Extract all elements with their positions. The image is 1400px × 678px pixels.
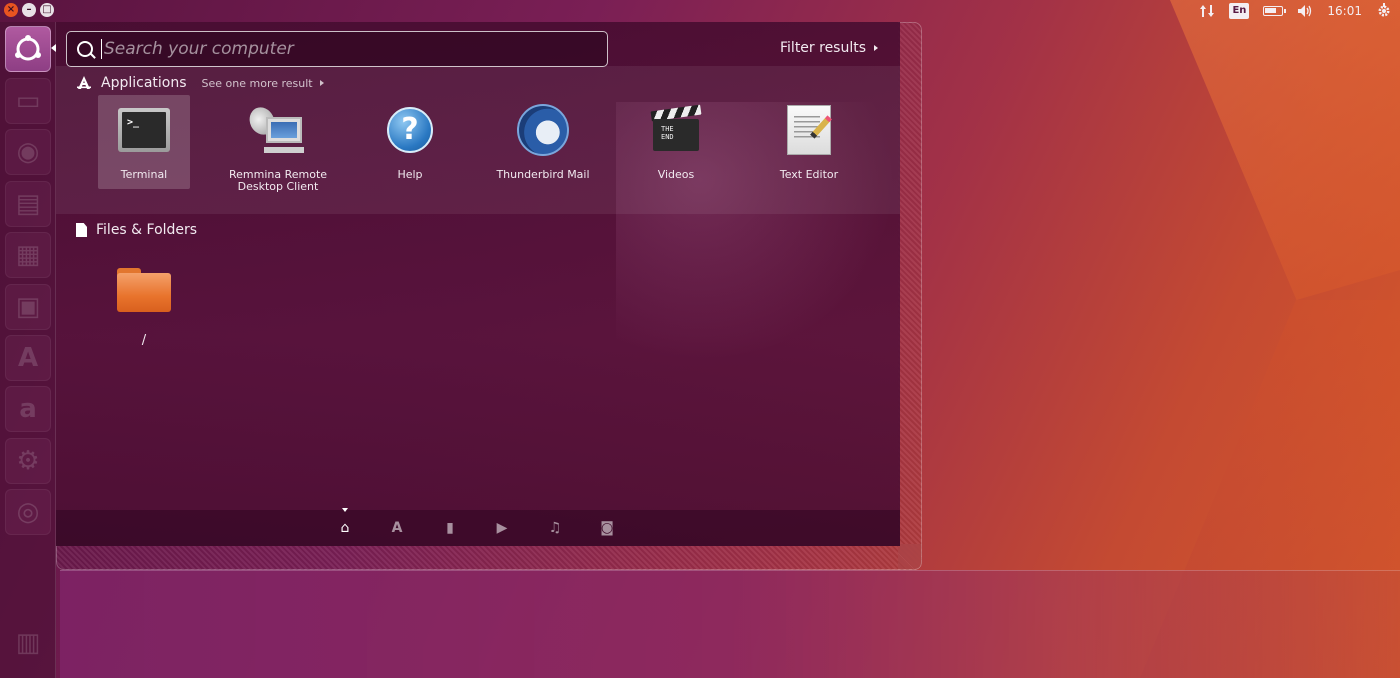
volume-icon[interactable] xyxy=(1297,4,1313,18)
files-icon[interactable]: ▭ xyxy=(5,78,51,124)
applications-lens-icon[interactable]: A xyxy=(389,520,405,536)
app-label: Remmina Remote Desktop Client xyxy=(228,168,328,193)
file-icon xyxy=(76,223,87,237)
files-category-title: Files & Folders xyxy=(96,222,198,238)
close-button[interactable]: × xyxy=(4,3,18,17)
folder-icon xyxy=(117,268,171,312)
file-label: / xyxy=(141,333,147,348)
dash-frame-bottom xyxy=(56,544,922,570)
dash: Filter results Applications See one more… xyxy=(56,22,900,546)
impress-icon[interactable]: ▣ xyxy=(5,284,51,330)
video-lens-icon[interactable]: ▶ xyxy=(494,520,510,536)
battery-icon[interactable] xyxy=(1263,6,1287,16)
writer-icon[interactable]: ▤ xyxy=(5,181,51,227)
launcher: ▭ ◉ ▤ ▦ ▣ A a ⚙ ◎ ▥ xyxy=(0,22,56,678)
software-center-icon[interactable]: A xyxy=(5,335,51,381)
chevron-right-icon xyxy=(319,80,324,86)
app-tile-thunderbird[interactable]: Thunderbird Mail xyxy=(496,95,590,181)
app-label: Videos xyxy=(657,168,695,181)
dash-home-icon[interactable] xyxy=(5,26,51,72)
see-more-results-link[interactable]: See one more result xyxy=(202,77,324,90)
chevron-right-icon xyxy=(874,45,879,51)
file-tile-root[interactable]: / xyxy=(98,255,190,347)
filter-results-label: Filter results xyxy=(780,40,867,56)
wallpaper-facet xyxy=(1170,0,1400,300)
applications-category-title: Applications xyxy=(101,75,187,91)
calc-icon[interactable]: ▦ xyxy=(5,232,51,278)
search-box[interactable] xyxy=(66,31,608,67)
files-lens-icon[interactable]: ▮ xyxy=(442,520,458,536)
app-tile-videos[interactable]: THE END Videos xyxy=(630,95,722,181)
app-label: Terminal xyxy=(120,168,168,181)
home-lens-icon[interactable]: ⌂ xyxy=(337,520,353,536)
app-label: Text Editor xyxy=(779,168,839,181)
trash-icon[interactable]: ▥ xyxy=(5,620,51,666)
remmina-icon xyxy=(245,103,306,155)
search-input[interactable] xyxy=(101,39,607,59)
dash-frame-right xyxy=(898,22,922,570)
amazon-icon[interactable]: a xyxy=(5,386,51,432)
wallpaper-facet xyxy=(1140,300,1400,678)
text-editor-icon xyxy=(787,105,831,155)
app-label: Thunderbird Mail xyxy=(496,168,590,181)
app-label: Help xyxy=(397,168,423,181)
clock[interactable]: 16:01 xyxy=(1327,4,1362,18)
active-lens-indicator xyxy=(342,508,348,512)
network-updown-icon[interactable] xyxy=(1199,3,1215,19)
thunderbird-icon xyxy=(517,104,569,156)
minimize-button[interactable]: – xyxy=(22,3,36,17)
desktop-lower-area xyxy=(60,570,1400,678)
window-controls: × – □ xyxy=(4,3,54,17)
search-icon xyxy=(77,41,93,57)
lens-bar xyxy=(56,510,900,546)
app-tile-help[interactable]: ? Help xyxy=(364,95,456,181)
firefox-icon[interactable]: ◉ xyxy=(5,129,51,175)
disc-icon[interactable]: ◎ xyxy=(5,489,51,535)
terminal-icon: >_ xyxy=(118,108,170,152)
filter-results-button[interactable]: Filter results xyxy=(780,40,879,56)
videos-icon: THE END xyxy=(650,104,702,155)
top-panel: × – □ En 16:01 xyxy=(0,0,1400,22)
app-tile-text-editor[interactable]: Text Editor xyxy=(763,95,855,181)
applications-category-icon xyxy=(77,76,91,89)
maximize-button[interactable]: □ xyxy=(40,3,54,17)
keyboard-layout-label: En xyxy=(1229,3,1250,19)
music-lens-icon[interactable]: ♫ xyxy=(547,520,563,536)
app-tile-remmina[interactable]: Remmina Remote Desktop Client xyxy=(229,95,327,193)
launcher-active-indicator xyxy=(51,44,56,52)
see-more-label: See one more result xyxy=(201,76,313,90)
photos-lens-icon[interactable]: ◙ xyxy=(599,520,615,536)
applications-category-header: Applications See one more result xyxy=(76,75,324,91)
settings-icon[interactable]: ⚙ xyxy=(5,438,51,484)
keyboard-layout-indicator[interactable]: En xyxy=(1229,3,1250,19)
files-category-header: Files & Folders xyxy=(76,222,197,238)
gear-icon[interactable] xyxy=(1376,3,1392,19)
app-tile-terminal[interactable]: >_ Terminal xyxy=(98,95,190,189)
help-icon: ? xyxy=(387,107,433,153)
